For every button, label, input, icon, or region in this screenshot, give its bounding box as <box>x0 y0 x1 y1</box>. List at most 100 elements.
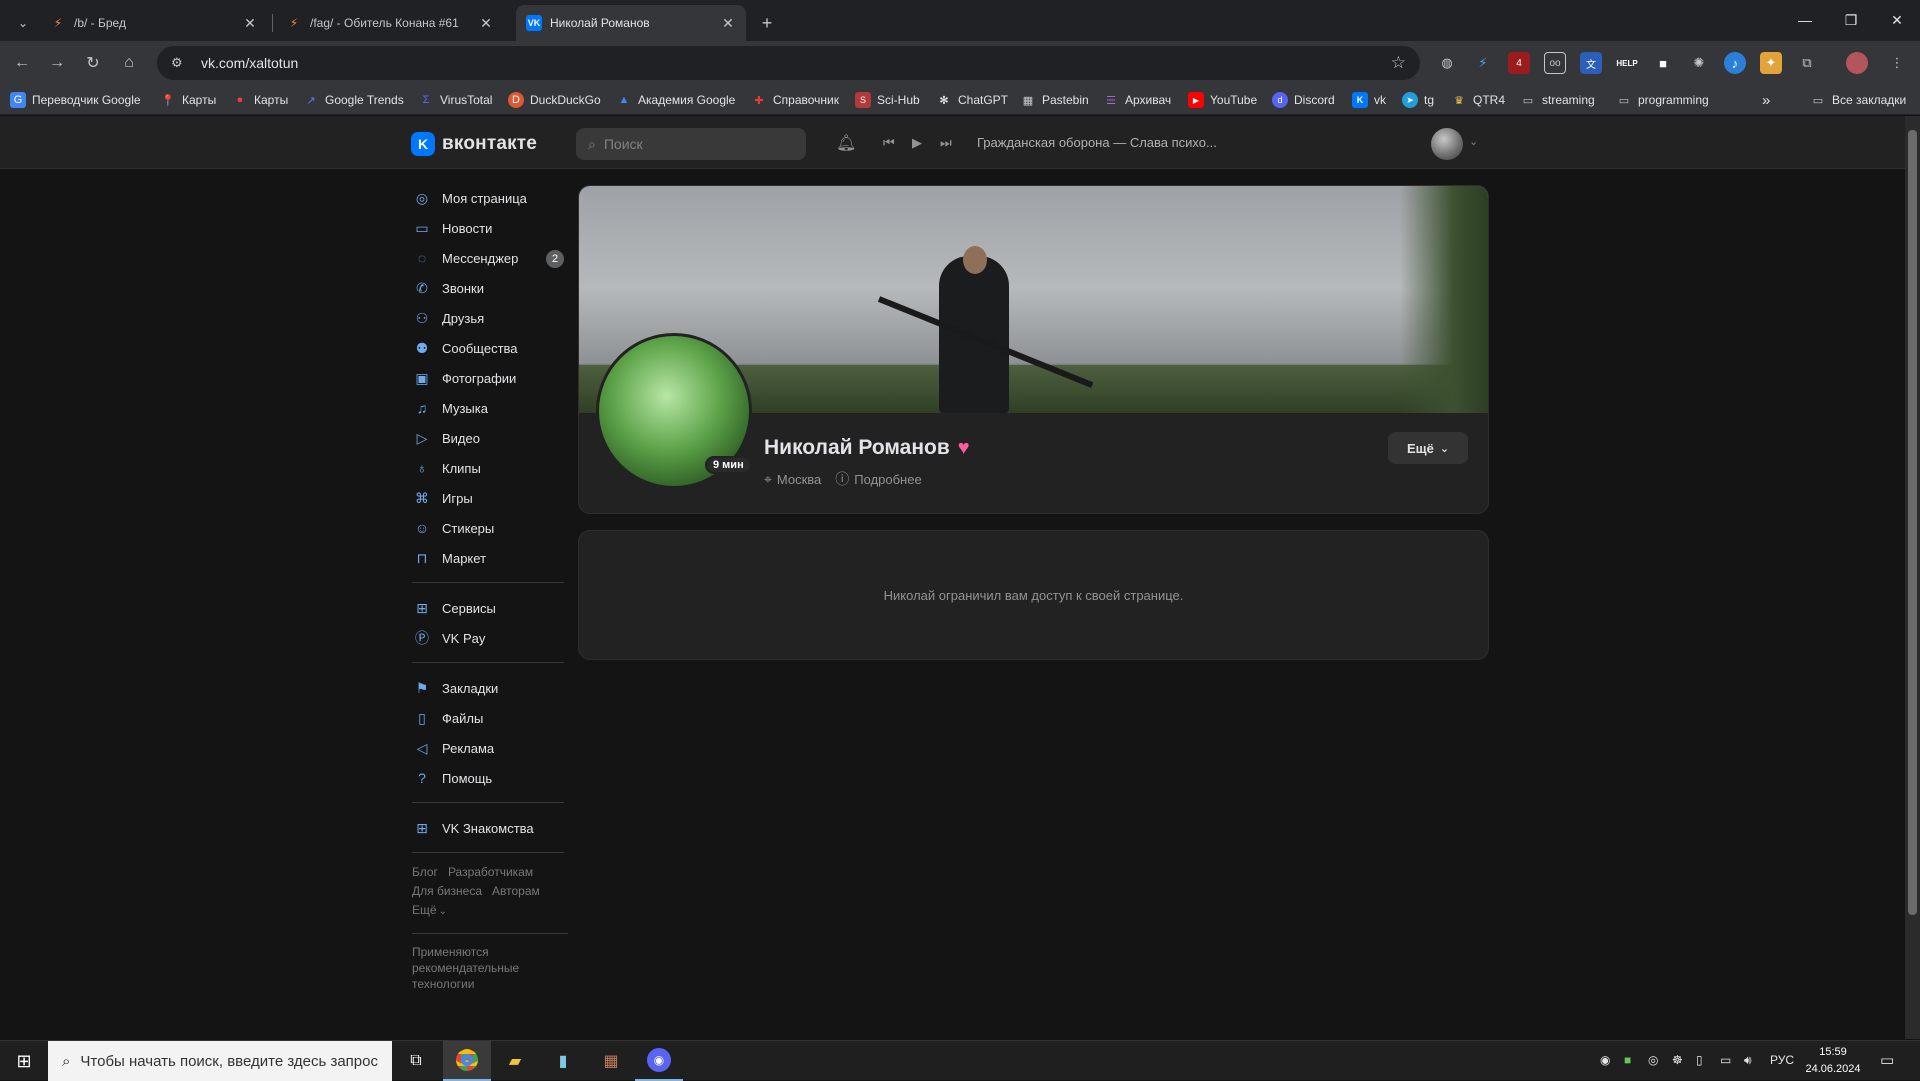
menu-item-dating[interactable]: ⊞ VK Знакомства <box>412 813 572 843</box>
minimize-button[interactable]: — <box>1782 0 1828 40</box>
now-playing-track[interactable]: Гражданская оборона — Слава психо... <box>977 135 1217 150</box>
profile-details-link[interactable]: Подробнее <box>854 472 921 487</box>
all-bookmarks-folder[interactable]: ▭ Все закладки <box>1810 91 1906 109</box>
more-button[interactable]: Ещё ⌄ <box>1388 432 1468 464</box>
next-track-icon[interactable]: ⏭ <box>940 135 952 151</box>
address-bar[interactable]: ⚙ vk.com/xaltotun ☆ <box>157 46 1420 80</box>
square-ext-icon[interactable]: ■ <box>1652 52 1674 74</box>
puzzle-icon[interactable]: ⧉ <box>1796 52 1818 74</box>
translate-ext-icon[interactable]: ◍ <box>1436 52 1458 74</box>
explorer-taskbar-app[interactable]: ▰ <box>491 1041 539 1081</box>
task-view-button[interactable]: ⧉ <box>392 1041 440 1081</box>
menu-item-my-page[interactable]: ◎ Моя страница <box>412 183 572 213</box>
bookmark-item[interactable]: ● Карты <box>232 91 289 109</box>
bell-icon[interactable]: 🔔︎ <box>836 133 856 153</box>
site-settings-icon[interactable]: ⚙ <box>171 55 191 71</box>
menu-item-vkpay[interactable]: Ⓟ VK Pay <box>412 623 572 653</box>
nvidia-tray-icon[interactable]: ■ <box>1624 1053 1631 1067</box>
discord-tray-icon[interactable]: ◉ <box>1600 1053 1610 1067</box>
system-clock[interactable]: 15:59 24.06.2024 <box>1797 1044 1869 1078</box>
lightning-ext-icon[interactable]: ⚡ <box>1472 52 1494 74</box>
close-icon[interactable]: ✕ <box>720 15 736 32</box>
bookmark-item[interactable]: ✻ ChatGPT <box>936 91 1008 109</box>
forward-button[interactable]: → <box>42 48 72 78</box>
close-window-button[interactable]: ✕ <box>1874 0 1920 40</box>
menu-item-clips[interactable]: ♁ Клипы <box>412 453 572 483</box>
tab-fag[interactable]: ⚡ /fag/ - Обитель Конана #61 ✕ <box>276 5 504 41</box>
more-bookmarks-button[interactable]: » <box>1762 91 1770 109</box>
usb-tray-icon[interactable]: ▯ <box>1696 1053 1703 1067</box>
bookmark-item[interactable]: ➤ tg <box>1402 91 1434 109</box>
close-icon[interactable]: ✕ <box>242 15 258 32</box>
vk-logo[interactable]: K вконтакте <box>411 132 537 156</box>
menu-item-video[interactable]: ▷ Видео <box>412 423 572 453</box>
menu-item-music[interactable]: ♫ Музыка <box>412 393 572 423</box>
menu-item-messenger[interactable]: ◌ Мессенджер 2 <box>412 243 572 273</box>
start-button[interactable]: ⊞ <box>0 1041 48 1081</box>
menu-item-calls[interactable]: ✆ Звонки <box>412 273 572 303</box>
bookmark-item[interactable]: d Discord <box>1272 91 1335 109</box>
info-icon[interactable]: ⓘ <box>835 469 849 489</box>
music-ext-icon[interactable]: ♪ <box>1724 52 1746 74</box>
footer-link-authors[interactable]: Авторам <box>492 884 540 898</box>
menu-item-photos[interactable]: ▣ Фотографии <box>412 363 572 393</box>
tab-b[interactable]: ⚡ /b/ - Бред ✕ <box>40 5 268 41</box>
help-ext-icon[interactable]: HELP <box>1616 52 1638 74</box>
gear-ext-icon[interactable]: ✺ <box>1688 52 1710 74</box>
menu-item-games[interactable]: ⌘ Игры <box>412 483 572 513</box>
avatar[interactable] <box>1431 128 1463 160</box>
glasses-ext-icon[interactable]: oo <box>1544 52 1566 74</box>
restore-button[interactable]: ❐ <box>1828 0 1874 40</box>
bookmark-star-icon[interactable]: ☆ <box>1391 53 1406 73</box>
discord-taskbar-app[interactable]: ◉ <box>635 1041 683 1081</box>
bookmark-item[interactable]: ☰ Архивач <box>1103 91 1171 109</box>
taskbar-search-input[interactable]: ⌕ Чтобы начать поиск, введите здесь запр… <box>48 1041 392 1081</box>
yellow-ext-icon[interactable]: ✦ <box>1760 52 1782 74</box>
tab-vk-profile[interactable]: VK Николай Романов ✕ <box>516 5 746 41</box>
footer-link-devs[interactable]: Разработчикам <box>448 865 533 879</box>
home-button[interactable]: ⌂ <box>114 48 144 78</box>
bookmark-item[interactable]: ▲ Академия Google <box>616 91 736 109</box>
kebab-menu-icon[interactable]: ⋮ <box>1886 52 1908 74</box>
ublock-ext-icon[interactable]: 4 <box>1508 52 1530 74</box>
footer-link-business[interactable]: Для бизнеса <box>412 884 482 898</box>
bookmark-item[interactable]: D DuckDuckGo <box>508 91 601 109</box>
menu-item-news[interactable]: ▭ Новости <box>412 213 572 243</box>
translator-ext-icon[interactable]: 文 <box>1580 52 1602 74</box>
steam-tray-icon[interactable]: ☸ <box>1672 1053 1683 1067</box>
chrome-taskbar-app[interactable] <box>443 1041 491 1081</box>
new-tab-button[interactable]: + <box>752 5 782 41</box>
previous-track-icon[interactable]: ⏮ <box>883 135 895 151</box>
profile-avatar-icon[interactable] <box>1846 52 1868 74</box>
reload-button[interactable]: ↻ <box>78 48 108 78</box>
bookmark-folder[interactable]: ▭ streaming <box>1520 91 1595 109</box>
notification-icon[interactable]: ▭ <box>1880 1051 1894 1069</box>
archiver-taskbar-app[interactable]: ▦ <box>587 1041 635 1081</box>
menu-item-market[interactable]: ⊓ Маркет <box>412 543 572 573</box>
bookmark-item[interactable]: ▶ YouTube <box>1188 91 1257 109</box>
bookmark-item[interactable]: ▦ Pastebin <box>1020 91 1089 109</box>
webcam-tray-icon[interactable]: ◎ <box>1648 1053 1658 1067</box>
menu-item-help[interactable]: ? Помощь <box>412 763 572 793</box>
menu-item-bookmarks[interactable]: ⚑ Закладки <box>412 673 572 703</box>
menu-item-services[interactable]: ⊞ Сервисы <box>412 593 572 623</box>
close-icon[interactable]: ✕ <box>478 15 494 32</box>
bookmark-item[interactable]: ✚ Справочник <box>751 91 839 109</box>
menu-item-ads[interactable]: ◁ Реклама <box>412 733 572 763</box>
menu-item-files[interactable]: ▯ Файлы <box>412 703 572 733</box>
bookmark-item[interactable]: ♛ QTR4 <box>1451 91 1505 109</box>
chevron-down-icon[interactable]: ⌄ <box>1469 135 1478 148</box>
bookmark-folder[interactable]: ▭ programming <box>1616 91 1709 109</box>
play-icon[interactable]: ▶ <box>912 135 922 151</box>
bookmark-item[interactable]: 📍 Карты <box>160 91 216 109</box>
scrollbar-thumb[interactable] <box>1908 130 1917 915</box>
language-indicator[interactable]: РУС <box>1770 1053 1794 1067</box>
bookmark-item[interactable]: G Переводчик Google <box>10 91 141 109</box>
network-icon[interactable]: ▭ <box>1720 1053 1731 1067</box>
volume-icon[interactable]: 🔊︎ <box>1744 1053 1752 1068</box>
back-button[interactable]: ← <box>7 48 37 78</box>
bookmark-item[interactable]: S Sci-Hub <box>855 91 920 109</box>
menu-item-stickers[interactable]: ☺ Стикеры <box>412 513 572 543</box>
bookmark-item[interactable]: ↗ Google Trends <box>303 91 403 109</box>
tab-search-button[interactable]: ⌄ <box>8 5 38 41</box>
